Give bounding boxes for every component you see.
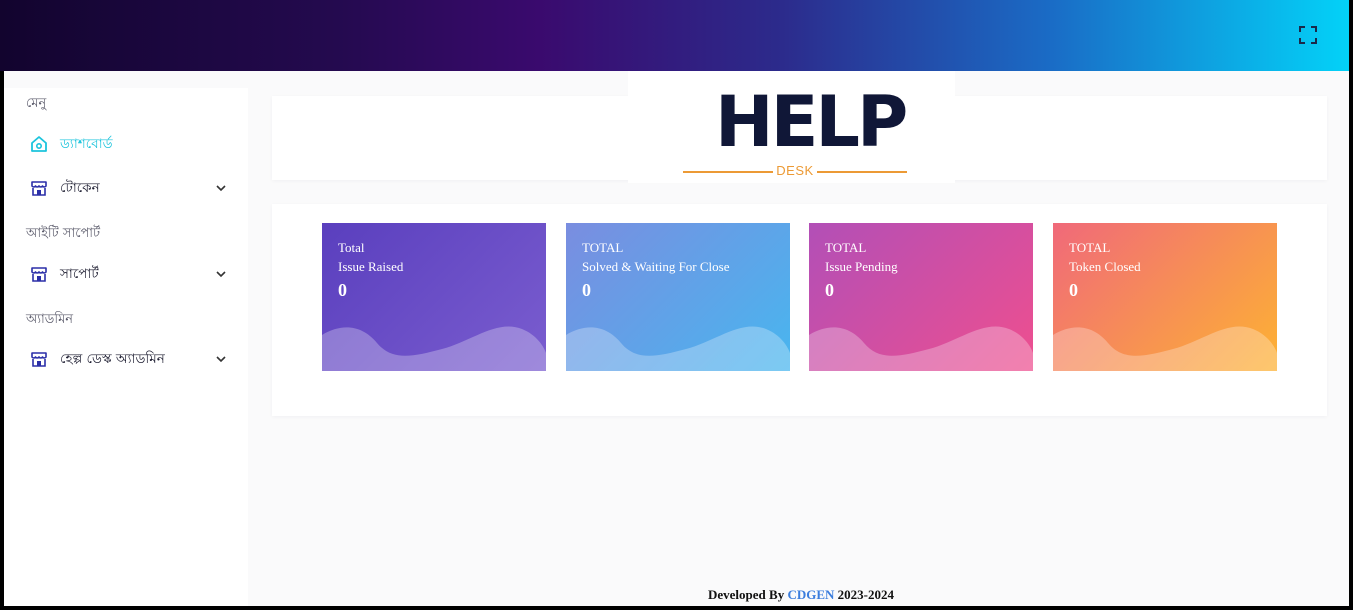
stat-label: Token Closed [1069,259,1141,274]
store-icon [29,178,49,198]
stat-caption: Total [338,240,365,255]
stat-label: Issue Raised [338,259,404,274]
stat-value: 0 [338,280,347,300]
logo-divider-left [683,171,773,173]
sidebar-item-label: টোকেন [60,179,100,196]
logo-divider-right [817,171,907,173]
wave-decoration [566,326,790,371]
logo-subtitle: DESK [776,163,814,178]
stat-label: Solved & Waiting For Close [582,259,730,274]
section-title-it-support: আইটি সাপোর্ট [26,226,101,241]
home-icon [29,134,49,154]
stat-card-issue-pending[interactable]: TOTAL Issue Pending 0 [809,223,1033,371]
top-header-bar [0,0,1349,71]
sidebar-item-label: সাপোর্ট [60,265,99,282]
chevron-down-icon [216,356,226,363]
sidebar-item-label: হেল্প ডেস্ক অ্যাডমিন [60,350,165,367]
stat-value: 0 [582,280,591,300]
section-title-admin: অ্যাডমিন [26,312,74,327]
sidebar-item-dashboard[interactable]: ড্যাশবোর্ড [24,129,234,159]
sidebar-item-token[interactable]: টোকেন [24,173,234,203]
store-icon [29,264,49,284]
stat-card-token-closed[interactable]: TOTAL Token Closed 0 [1053,223,1277,371]
stat-caption: TOTAL [1069,240,1111,255]
logo-title: HELP [715,81,908,163]
sidebar: মেনু ড্যাশবোর্ড টোকেন আইটি সাপোর্ট সাপোর… [4,88,248,606]
wave-decoration [322,326,546,371]
app-frame: মেনু ড্যাশবোর্ড টোকেন আইটি সাপোর্ট সাপোর… [0,0,1353,610]
stat-card-issue-raised[interactable]: Total Issue Raised 0 [322,223,546,371]
section-title-menu: মেনু [26,96,47,111]
sidebar-item-label: ড্যাশবোর্ড [60,135,113,152]
store-icon [29,349,49,369]
stat-caption: TOTAL [582,240,624,255]
stat-value: 0 [825,280,834,300]
footer-years: 2023-2024 [837,587,894,602]
footer-credit: Developed By CDGEN 2023-2024 [708,587,894,603]
stat-caption: TOTAL [825,240,867,255]
stat-card-solved-waiting[interactable]: TOTAL Solved & Waiting For Close 0 [566,223,790,371]
sidebar-item-support[interactable]: সাপোর্ট [24,259,234,289]
sidebar-item-helpdesk-admin[interactable]: হেল্প ডেস্ক অ্যাডমিন [24,344,234,374]
stat-label: Issue Pending [825,259,898,274]
footer-brand-link[interactable]: CDGEN [787,587,834,602]
fullscreen-icon[interactable] [1297,24,1319,46]
chevron-down-icon [216,185,226,192]
footer-prefix: Developed By [708,587,785,602]
wave-decoration [809,326,1033,371]
chevron-down-icon [216,271,226,278]
stat-value: 0 [1069,280,1078,300]
wave-decoration [1053,326,1277,371]
